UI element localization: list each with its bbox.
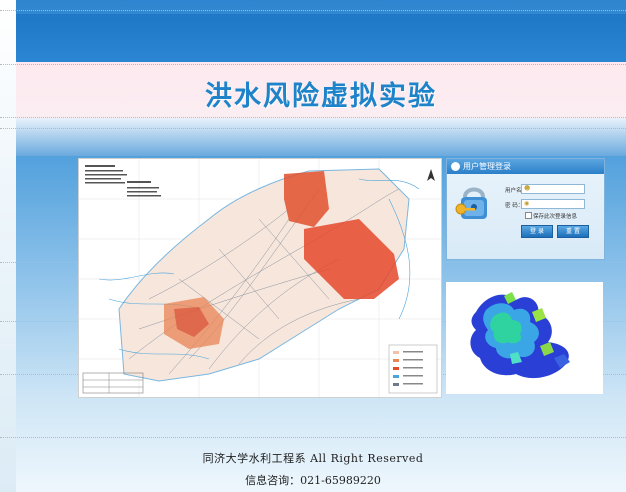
flood-risk-map: [78, 158, 442, 398]
banner-fade: [16, 118, 626, 156]
flood-map-graphic: [79, 159, 441, 397]
login-header: 用户管理登录: [447, 159, 604, 174]
flood-simulation-image: [446, 282, 603, 394]
remember-label: 保存此次登录信息: [533, 214, 578, 220]
reset-button[interactable]: 重 置: [557, 225, 589, 238]
dotted-line: [0, 437, 626, 438]
password-input[interactable]: ◉: [521, 199, 585, 209]
left-strip: [0, 0, 16, 492]
dotted-line: [0, 64, 626, 65]
remember-checkbox[interactable]: [525, 212, 532, 219]
padlock-key-icon: [455, 187, 487, 219]
login-panel: 用户管理登录 用户名： ☻ 密 码： ◉ 保存此次登录信息 登 录 重 置: [446, 158, 605, 260]
user-field-icon: ☻: [524, 185, 531, 192]
page-title: 洪水风险虚拟实验: [205, 81, 437, 112]
flood-simulation-graphic: [446, 282, 603, 394]
lock-field-icon: ◉: [524, 200, 530, 207]
dotted-line: [0, 128, 626, 129]
top-bar: [16, 14, 626, 62]
username-input[interactable]: ☻: [521, 184, 585, 194]
dotted-line: [0, 10, 626, 11]
login-button[interactable]: 登 录: [521, 225, 553, 238]
login-header-label: 用户管理登录: [463, 162, 511, 171]
dotted-line: [0, 117, 626, 118]
user-icon: [451, 162, 460, 171]
footer-contact: 信息咨询：021-65989220: [245, 474, 381, 487]
footer-copyright: 同济大学水利工程系 All Right Reserved: [202, 452, 424, 465]
